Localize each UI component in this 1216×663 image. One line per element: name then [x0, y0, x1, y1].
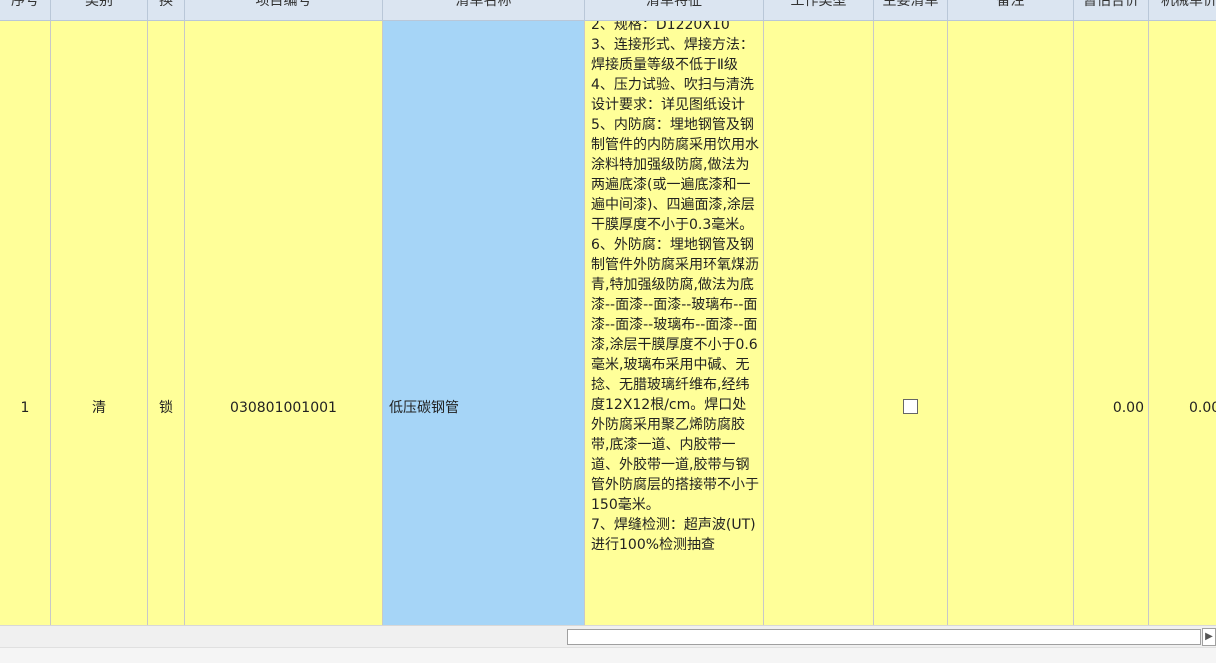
header-main-list[interactable]: 主要清单	[874, 0, 948, 21]
scroll-right-arrow-icon[interactable]: ▶	[1202, 628, 1216, 646]
header-swap[interactable]: 换	[148, 0, 185, 21]
scrollbar-track[interactable]	[0, 626, 566, 647]
cell-category[interactable]: 清	[51, 21, 148, 625]
seq-value: 1	[20, 400, 30, 416]
data-grid: 序号 类别 换 项目编号 清单名称 清单特征 工作类型 主要清单 备注 暂估合价…	[0, 0, 1216, 625]
cell-main-list[interactable]	[874, 21, 948, 625]
swap-value: 锁	[159, 400, 173, 416]
header-est-total[interactable]: 暂估合价	[1074, 0, 1149, 21]
code-value: 030801001001	[230, 400, 337, 416]
cell-feature[interactable]: 2、规格：D1220X10 3、连接形式、焊接方法：焊接质量等级不低于Ⅱ级 4、…	[585, 21, 764, 625]
cell-est-total[interactable]: 0.00	[1074, 21, 1149, 625]
name-value: 低压碳钢管	[389, 400, 459, 416]
header-remark[interactable]: 备注	[948, 0, 1074, 21]
horizontal-scrollbar[interactable]: ▶	[0, 625, 1216, 647]
header-category[interactable]: 类别	[51, 0, 148, 21]
header-work-type[interactable]: 工作类型	[764, 0, 874, 21]
cell-seq[interactable]: 1	[0, 21, 51, 625]
cell-name[interactable]: 低压碳钢管	[383, 21, 585, 625]
scrollbar-thumb[interactable]	[567, 629, 1201, 645]
header-name[interactable]: 清单名称	[383, 0, 585, 21]
header-feature[interactable]: 清单特征	[585, 0, 764, 21]
status-bar	[0, 647, 1216, 663]
cell-swap[interactable]: 锁	[148, 21, 185, 625]
est-total-value: 0.00	[1112, 400, 1144, 416]
header-seq[interactable]: 序号	[0, 0, 51, 21]
cell-work-type[interactable]	[764, 21, 874, 625]
category-value: 清	[92, 400, 106, 416]
cell-remark[interactable]	[948, 21, 1074, 625]
header-code[interactable]: 项目编号	[185, 0, 383, 21]
cell-mach-price[interactable]: 0.00	[1149, 21, 1216, 625]
feature-value: 2、规格：D1220X10 3、连接形式、焊接方法：焊接质量等级不低于Ⅱ级 4、…	[591, 21, 759, 553]
mach-price-value: 0.00	[1189, 400, 1216, 416]
table-row[interactable]: 1 清 锁 030801001001 低压碳钢管 2、规格：D1220X10 3…	[0, 21, 1216, 625]
cell-code[interactable]: 030801001001	[185, 21, 383, 625]
main-list-checkbox[interactable]	[903, 399, 918, 414]
grid-header: 序号 类别 换 项目编号 清单名称 清单特征 工作类型 主要清单 备注 暂估合价…	[0, 0, 1216, 21]
header-mach-price[interactable]: 机械单价	[1149, 0, 1216, 21]
